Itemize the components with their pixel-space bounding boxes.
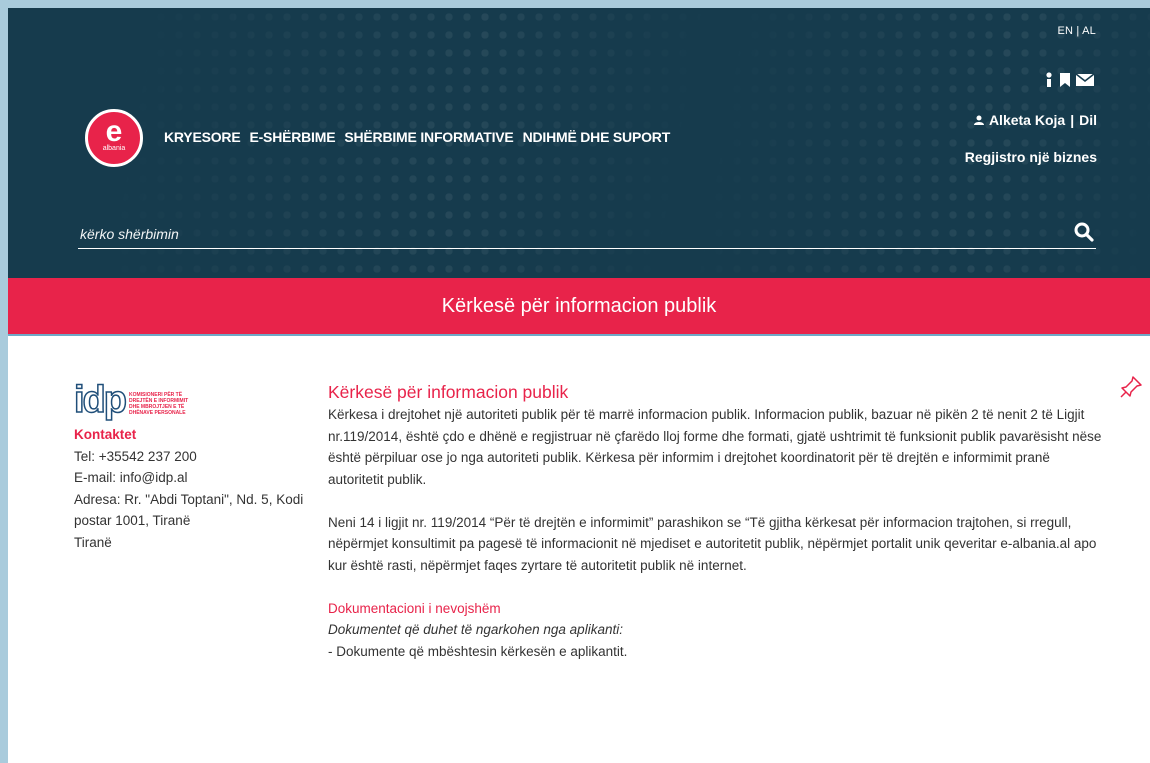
idp-logo-text: KOMISIONERI PËR TË DREJTËN E INFORMIMIT … bbox=[128, 392, 189, 416]
pin-icon[interactable] bbox=[1118, 374, 1144, 400]
contact-tel: Tel: +35542 237 200 bbox=[74, 448, 197, 464]
description-paragraph-1: Kërkesa i drejtohet një autoriteti publi… bbox=[328, 407, 1102, 487]
logo-letter: e bbox=[105, 115, 123, 148]
main-nav: KRYESORE E-SHËRBIME SHËRBIME INFORMATIVE… bbox=[164, 129, 679, 145]
description-paragraph-2: Neni 14 i ligjit nr. 119/2014 “Për të dr… bbox=[328, 514, 1097, 573]
language-switcher: EN | AL bbox=[1057, 25, 1096, 37]
mail-icon[interactable] bbox=[1075, 72, 1095, 92]
contact-address: Adresa: Rr. "Abdi Toptani", Nd. 5, Kodi … bbox=[74, 491, 304, 529]
nav-item-e-sherbime[interactable]: E-SHËRBIME bbox=[249, 129, 335, 145]
service-description: Kërkesë për informacion publik Kërkesa i… bbox=[328, 380, 1103, 662]
search-input[interactable] bbox=[78, 222, 1042, 246]
user-separator: | bbox=[1070, 112, 1075, 128]
search-bar bbox=[78, 220, 1096, 249]
logout-link[interactable]: Dil bbox=[1079, 112, 1097, 128]
nav-item-ndihme-dhe-suport[interactable]: NDIHMË DHE SUPORT bbox=[523, 129, 671, 145]
utility-icons bbox=[1044, 71, 1095, 93]
banner-divider bbox=[8, 334, 1150, 336]
logo-subtext: albania bbox=[102, 145, 126, 152]
page-title-banner: Kërkesë për informacion publik bbox=[8, 278, 1150, 334]
contact-city: Tiranë bbox=[74, 534, 112, 550]
documents-item: - Dokumente që mbështesin kërkesën e apl… bbox=[328, 643, 628, 659]
user-name-link[interactable]: Alketa Koja bbox=[989, 112, 1065, 128]
service-title: Kërkesë për informacion publik bbox=[328, 382, 569, 402]
nav-item-kryesore[interactable]: KRYESORE bbox=[164, 129, 241, 145]
institution-sidebar: idp KOMISIONERI PËR TË DREJTËN E INFORMI… bbox=[73, 376, 314, 553]
nav-item-sherbime-informative[interactable]: SHËRBIME INFORMATIVE bbox=[344, 129, 513, 145]
contact-email[interactable]: E-mail: info@idp.al bbox=[74, 467, 314, 489]
lang-al-link[interactable]: AL bbox=[1082, 25, 1096, 37]
register-business-link[interactable]: Regjistro një biznes bbox=[965, 149, 1097, 165]
contacts-title: Kontaktet bbox=[74, 427, 137, 442]
bookmark-icon[interactable] bbox=[1060, 72, 1070, 93]
page-title: Kërkesë për informacion publik bbox=[441, 294, 717, 317]
lang-separator: | bbox=[1073, 25, 1083, 37]
user-menu: Alketa Koja | Dil bbox=[973, 112, 1097, 128]
idp-logo-mark: idp bbox=[73, 379, 127, 421]
lang-en-link[interactable]: EN bbox=[1057, 25, 1073, 37]
user-icon bbox=[973, 112, 984, 128]
e-albania-logo[interactable]: e albania bbox=[85, 109, 143, 167]
info-icon[interactable] bbox=[1044, 71, 1054, 93]
page: EN | AL e albania KRYESORE E-SHËRBIME SH… bbox=[8, 8, 1150, 763]
idp-logo: idp KOMISIONERI PËR TË DREJTËN E INFORMI… bbox=[73, 376, 314, 428]
documents-intro: Dokumentet që duhet të ngarkohen nga apl… bbox=[328, 622, 623, 637]
site-header: EN | AL e albania KRYESORE E-SHËRBIME SH… bbox=[8, 8, 1150, 278]
documents-title: Dokumentacioni i nevojshëm bbox=[328, 600, 501, 616]
search-icon[interactable] bbox=[1074, 222, 1094, 242]
